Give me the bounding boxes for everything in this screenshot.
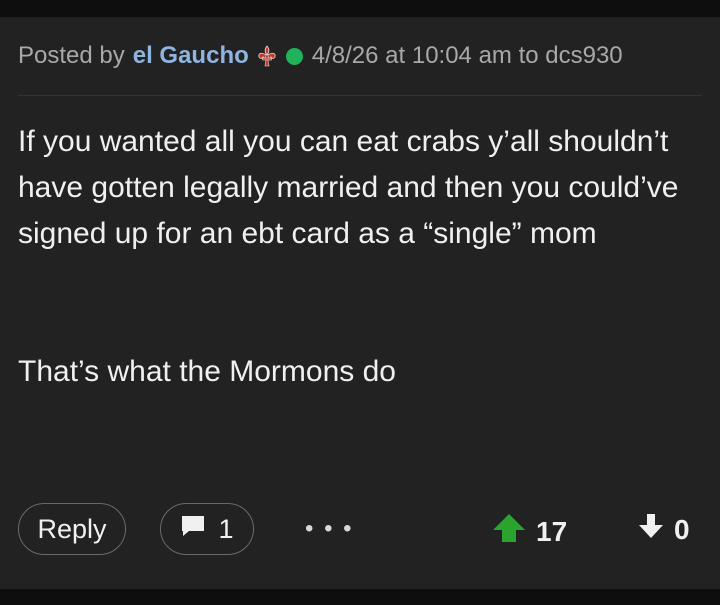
upvote-count: 17 [536, 515, 568, 547]
posted-by-label: Posted by [18, 42, 125, 69]
post-paragraph: That’s what the Mormons do [18, 355, 396, 388]
comment-count: 1 [218, 513, 234, 544]
post-card: Posted by el Gaucho 4/8/26 at 10:04 am t… [0, 17, 720, 589]
reply-label: Reply [37, 513, 107, 544]
reply-button[interactable]: Reply [18, 503, 126, 555]
downvote-count: 0 [674, 513, 690, 545]
author-link[interactable]: el Gaucho [133, 42, 249, 70]
post-meta: 4/8/26 at 10:04 am to dcs930 [311, 42, 623, 69]
comment-bubble-icon [180, 514, 206, 545]
fleur-de-lis-icon [255, 44, 279, 68]
comments-button[interactable]: 1 [160, 503, 254, 555]
up-arrow-icon [492, 513, 526, 550]
downvote-button[interactable]: 0 [638, 513, 690, 546]
header-divider [18, 95, 702, 96]
upvote-button[interactable]: 17 [492, 513, 567, 550]
post-paragraph: If you wanted all you can eat crabs y’al… [18, 125, 679, 250]
online-dot-icon [285, 47, 303, 65]
more-options-button[interactable]: • • • [305, 515, 354, 543]
down-arrow-icon [638, 513, 664, 546]
post-header: Posted by el Gaucho 4/8/26 at 10:04 am t… [18, 41, 623, 71]
post-body: If you wanted all you can eat crabs y’al… [18, 119, 698, 395]
